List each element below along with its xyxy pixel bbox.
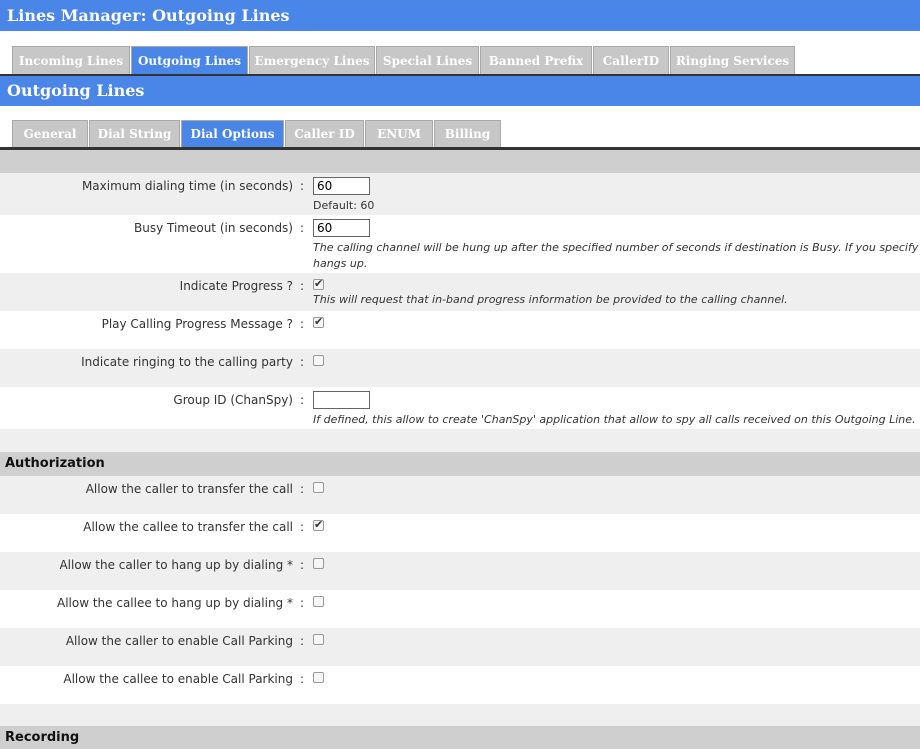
busy-timeout-hint-line2: hangs up. xyxy=(313,257,368,270)
colon: : xyxy=(300,558,305,572)
busy-timeout-input[interactable] xyxy=(313,219,370,237)
section-title: Outgoing Lines xyxy=(0,76,920,106)
max-dialing-time-hint: Default: 60 xyxy=(313,199,375,212)
group-id-input[interactable] xyxy=(313,391,370,409)
indicate-progress-hint: This will request that in-band progress … xyxy=(313,293,788,306)
tab-ringing-services[interactable]: Ringing Services xyxy=(670,46,795,74)
colon: : xyxy=(300,482,305,496)
row-callee-transfer: Allow the callee to transfer the call : xyxy=(0,514,920,552)
colon: : xyxy=(300,355,305,369)
tab-billing[interactable]: Billing xyxy=(434,120,501,147)
top-tab-bar: Incoming Lines Outgoing Lines Emergency … xyxy=(0,31,920,76)
max-dialing-time-label: Maximum dialing time (in seconds) xyxy=(81,179,293,193)
busy-timeout-label: Busy Timeout (in seconds) xyxy=(133,221,293,235)
tab-outgoing-lines[interactable]: Outgoing Lines xyxy=(131,46,248,74)
caller-parking-checkbox[interactable] xyxy=(313,634,324,645)
callee-parking-label: Allow the callee to enable Call Parking xyxy=(63,672,293,686)
row-group-id: Group ID (ChanSpy) : If defined, this al… xyxy=(0,387,920,429)
sub-tab-bar: General Dial String Dial Options Caller … xyxy=(0,106,920,149)
row-busy-timeout: Busy Timeout (in seconds) : The calling … xyxy=(0,215,920,273)
colon: : xyxy=(300,596,305,610)
max-dialing-time-input[interactable] xyxy=(313,177,370,195)
indicate-ringing-label: Indicate ringing to the calling party xyxy=(81,355,293,369)
tab-general[interactable]: General xyxy=(12,120,88,147)
row-caller-parking: Allow the caller to enable Call Parking … xyxy=(0,628,920,666)
busy-timeout-hint-line1: The calling channel will be hung up afte… xyxy=(313,241,920,254)
colon: : xyxy=(300,279,305,293)
tab-incoming-lines[interactable]: Incoming Lines xyxy=(12,46,130,74)
spacer-row xyxy=(0,704,920,726)
callee-hangup-label: Allow the callee to hang up by dialing * xyxy=(57,596,293,610)
indicate-progress-checkbox[interactable] xyxy=(313,277,324,290)
callee-transfer-checkbox[interactable] xyxy=(313,518,324,531)
colon: : xyxy=(300,672,305,686)
tab-dial-string[interactable]: Dial String xyxy=(89,120,180,147)
caller-transfer-checkbox[interactable] xyxy=(313,482,324,493)
colon: : xyxy=(300,520,305,534)
indicate-ringing-checkbox[interactable] xyxy=(313,355,324,366)
row-caller-transfer: Allow the caller to transfer the call : xyxy=(0,476,920,514)
group-id-hint: If defined, this allow to create 'ChanSp… xyxy=(313,413,916,426)
tab-enum[interactable]: ENUM xyxy=(365,120,433,147)
tab-emergency-lines[interactable]: Emergency Lines xyxy=(249,46,375,74)
window-title: Lines Manager: Outgoing Lines xyxy=(0,0,920,31)
indicate-progress-label: Indicate Progress ? xyxy=(179,279,293,293)
tab-caller-id[interactable]: Caller ID xyxy=(285,120,364,147)
tab-dial-options[interactable]: Dial Options xyxy=(181,120,284,147)
colon: : xyxy=(300,634,305,648)
colon: : xyxy=(300,317,305,331)
caller-transfer-label: Allow the caller to transfer the call xyxy=(85,482,293,496)
colon: : xyxy=(300,393,305,407)
caller-hangup-label: Allow the caller to hang up by dialing * xyxy=(59,558,293,572)
recording-header: Recording xyxy=(0,726,920,749)
callee-transfer-label: Allow the callee to transfer the call xyxy=(83,520,293,534)
caller-parking-label: Allow the caller to enable Call Parking xyxy=(65,634,293,648)
callee-parking-checkbox[interactable] xyxy=(313,672,324,683)
row-max-dialing-time: Maximum dialing time (in seconds) : Defa… xyxy=(0,173,920,215)
callee-hangup-checkbox[interactable] xyxy=(313,596,324,607)
row-indicate-ringing: Indicate ringing to the calling party : xyxy=(0,349,920,387)
row-caller-hangup: Allow the caller to hang up by dialing *… xyxy=(0,552,920,590)
caller-hangup-checkbox[interactable] xyxy=(313,558,324,569)
row-indicate-progress: Indicate Progress ? : This will request … xyxy=(0,273,920,311)
tab-callerid[interactable]: CallerID xyxy=(593,46,669,74)
row-callee-parking: Allow the callee to enable Call Parking … xyxy=(0,666,920,704)
tab-banned-prefix[interactable]: Banned Prefix xyxy=(480,46,592,74)
authorization-header: Authorization xyxy=(0,452,920,476)
group-id-label: Group ID (ChanSpy) xyxy=(173,393,293,407)
colon: : xyxy=(300,221,305,235)
play-progress-message-checkbox[interactable] xyxy=(313,315,324,328)
form-top-strip xyxy=(0,149,920,173)
row-callee-hangup: Allow the callee to hang up by dialing *… xyxy=(0,590,920,628)
tab-special-lines[interactable]: Special Lines xyxy=(376,46,479,74)
row-play-progress-message: Play Calling Progress Message ? : xyxy=(0,311,920,349)
spacer-row xyxy=(0,429,920,452)
colon: : xyxy=(300,179,305,193)
play-progress-message-label: Play Calling Progress Message ? xyxy=(101,317,293,331)
